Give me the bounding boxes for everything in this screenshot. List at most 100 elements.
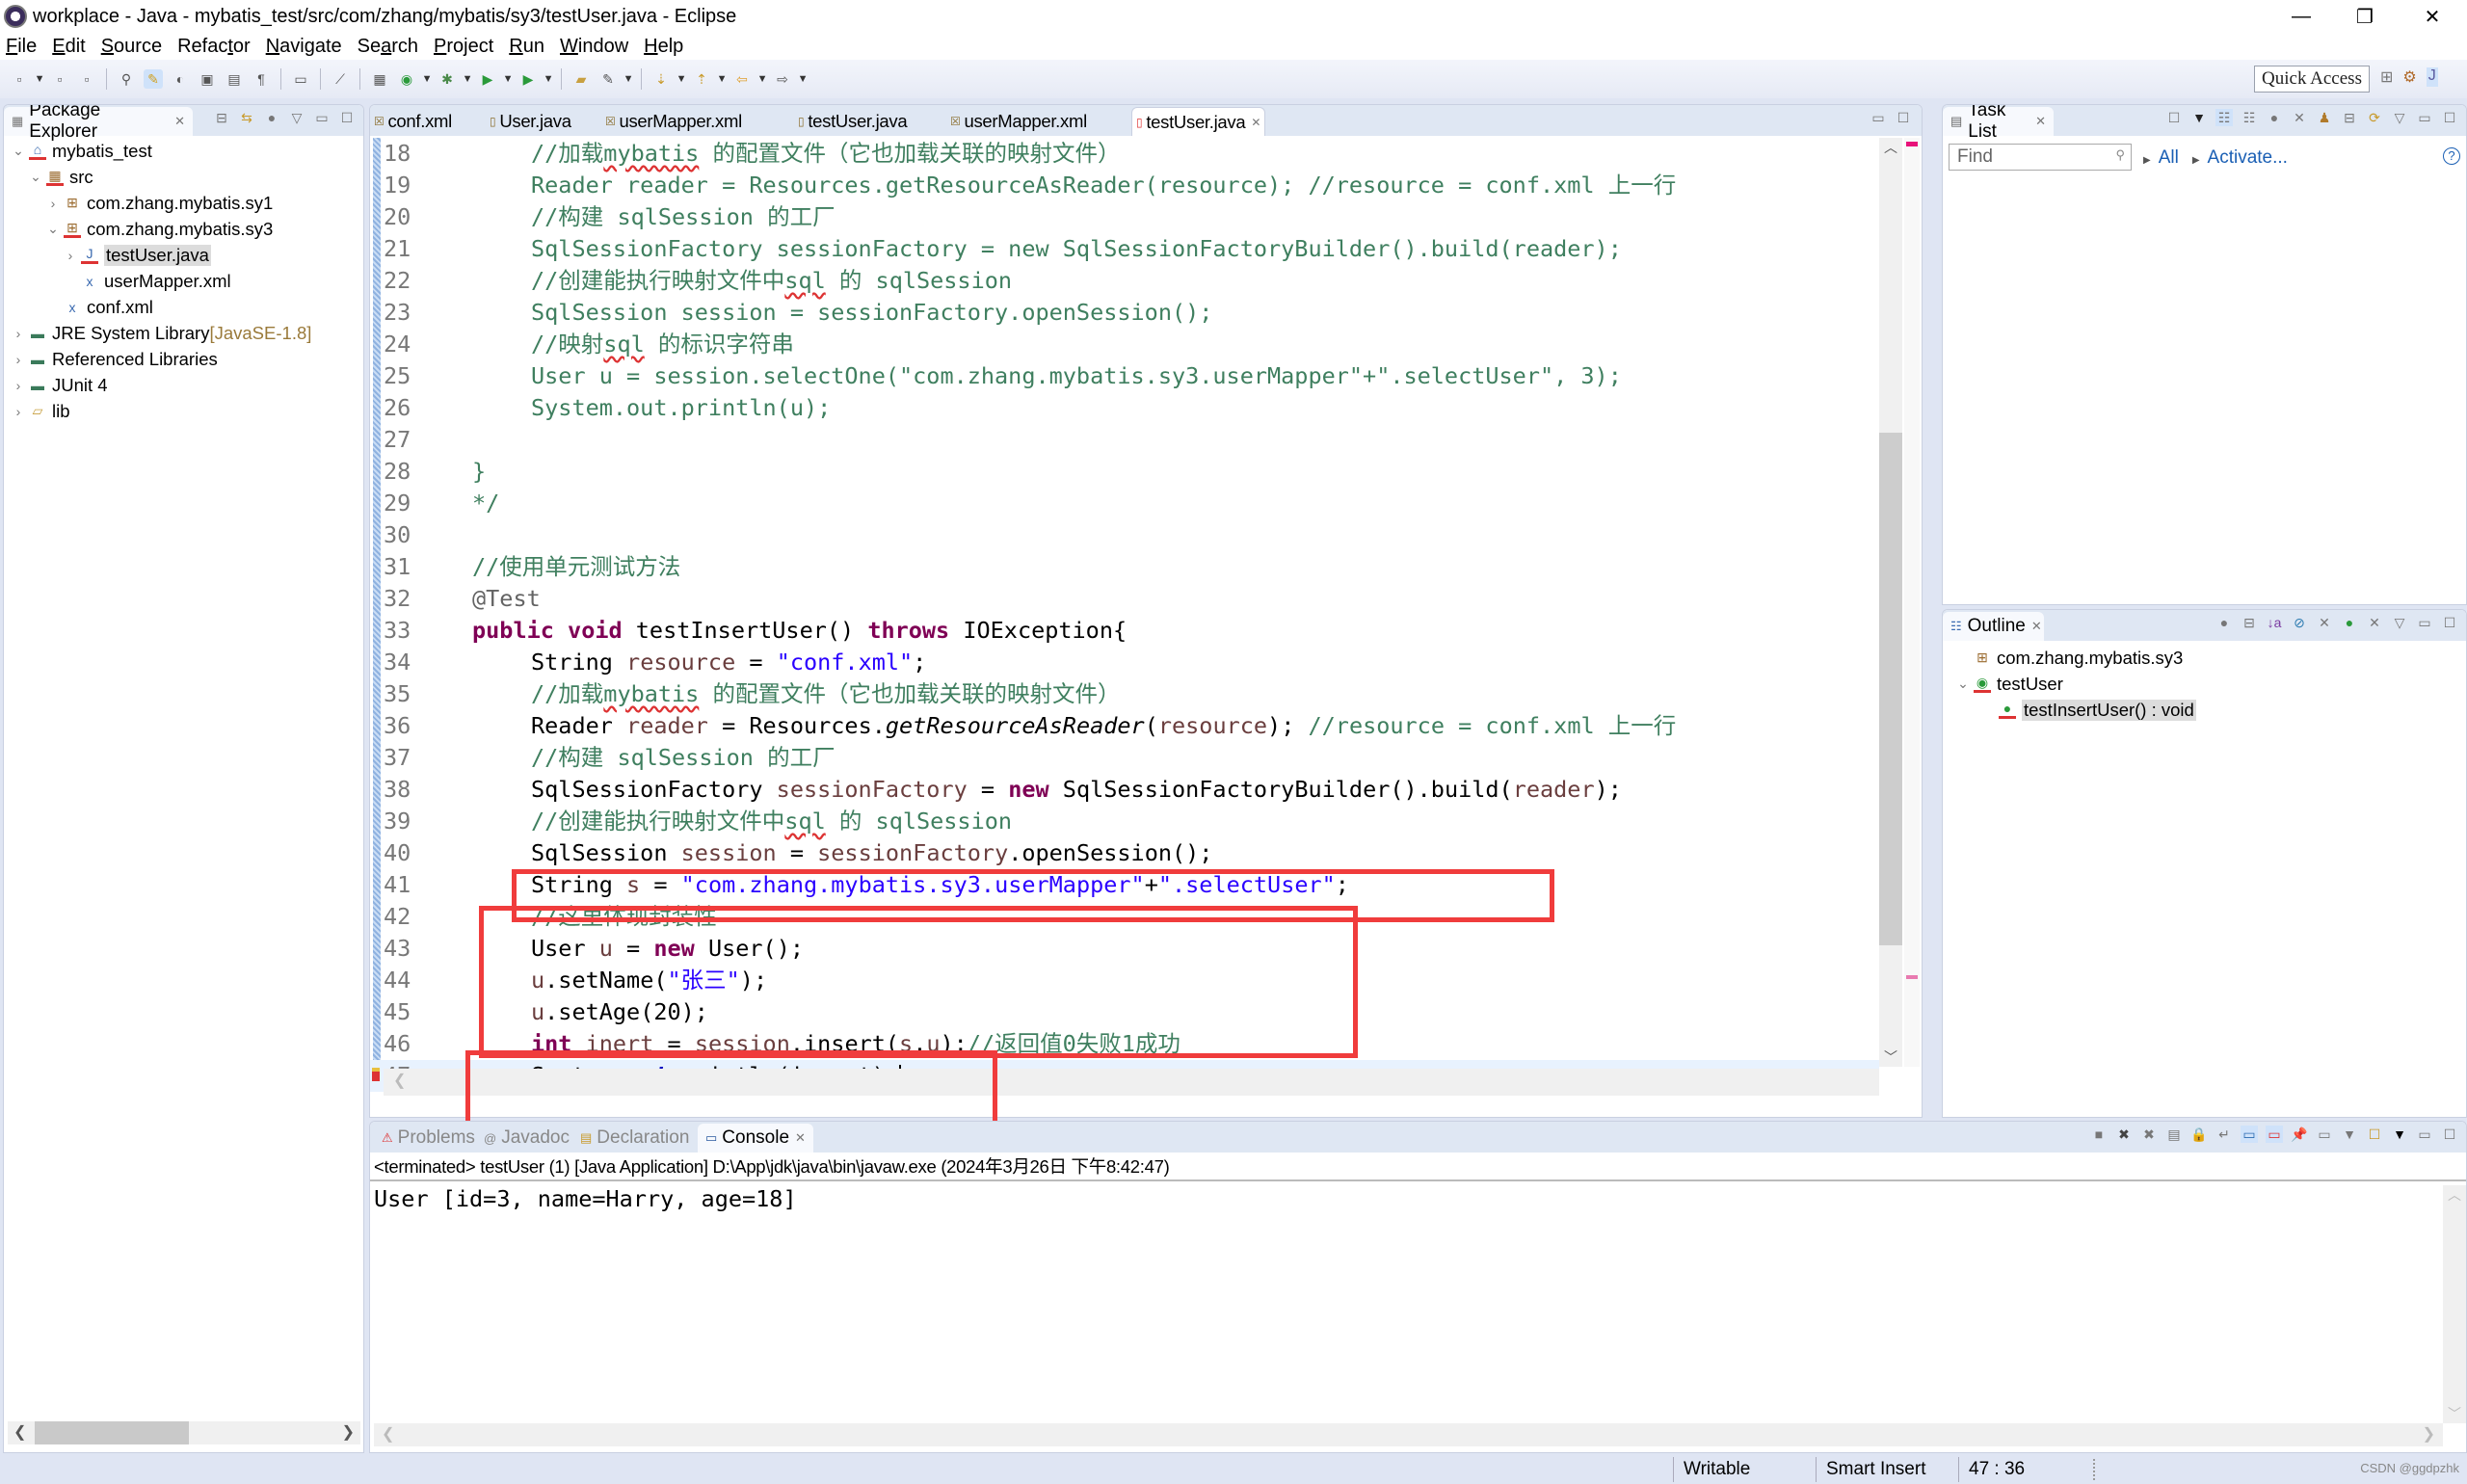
view-menu-icon[interactable]: ▽ bbox=[2391, 614, 2408, 631]
chevron-right-icon[interactable]: › bbox=[12, 378, 25, 393]
code-line[interactable]: 31 //使用单元测试方法 bbox=[370, 551, 1879, 583]
tree-item[interactable]: ⊞ com.zhang.mybatis.sy3 bbox=[1956, 645, 2183, 671]
error-marker[interactable] bbox=[1906, 975, 1918, 979]
editor-tab[interactable]: ▯ testUser.java ✕ bbox=[1131, 107, 1266, 136]
tab-task-list[interactable]: ▤ Task List ✕ bbox=[1943, 105, 2054, 142]
console-output[interactable]: User [id=3, name=Harry, age=18] bbox=[374, 1185, 797, 1212]
menu-file[interactable]: File bbox=[6, 36, 37, 58]
code-line[interactable]: 37 //构建 sqlSession 的工厂 bbox=[370, 742, 1879, 774]
open-console-icon[interactable]: ☐ bbox=[2366, 1126, 2383, 1143]
maximize-view-icon[interactable]: ☐ bbox=[1895, 109, 1912, 126]
show-on-stdout-icon[interactable]: ▭ bbox=[2241, 1126, 2258, 1143]
skip-breakpoints-icon[interactable]: ⟋ bbox=[331, 69, 350, 89]
filters-icon[interactable]: ● bbox=[263, 109, 280, 126]
code-line[interactable]: 35 //加载mybatis 的配置文件（它也加载关联的映射文件） bbox=[370, 678, 1879, 710]
open-perspective-icon[interactable]: ⊞ bbox=[2380, 67, 2393, 87]
tree-item[interactable]: › ▬ JRE System Library [JavaSE-1.8] bbox=[12, 320, 312, 346]
back-icon[interactable]: ⇦ bbox=[732, 69, 752, 89]
close-button[interactable]: ✕ bbox=[2398, 0, 2467, 33]
toggle-icon[interactable]: ◐ bbox=[171, 69, 190, 89]
minimize-view-icon[interactable]: ▭ bbox=[2416, 1126, 2433, 1143]
help-icon[interactable]: ? bbox=[2443, 147, 2460, 165]
code-line[interactable]: 38 SqlSessionFactory sessionFactory = new… bbox=[370, 774, 1879, 806]
task-find-input[interactable]: Find ⚲ bbox=[1949, 144, 2132, 171]
code-line[interactable]: 39 //创建能执行映射文件中sql 的 sqlSession bbox=[370, 806, 1879, 837]
annotation-next-icon[interactable]: ⇣ bbox=[651, 69, 671, 89]
annotation-prev-icon[interactable]: ⇡ bbox=[692, 69, 711, 89]
scrollbar-thumb[interactable] bbox=[1879, 433, 1902, 946]
word-wrap-icon[interactable]: ↵ bbox=[2215, 1126, 2233, 1143]
tree-item[interactable]: ⌄ ⊞ com.zhang.mybatis.sy3 bbox=[46, 216, 273, 242]
code-line[interactable]: 44 u.setName("张三"); bbox=[370, 965, 1879, 996]
code-line[interactable]: 22 //创建能执行映射文件中sql 的 sqlSession bbox=[370, 265, 1879, 297]
chevron-right-icon[interactable]: › bbox=[12, 404, 25, 419]
tree-item[interactable]: ⌄ ◉ testUser bbox=[1956, 671, 2063, 697]
menu-edit[interactable]: Edit bbox=[52, 36, 85, 58]
tab-javadoc[interactable]: @ Javadoc bbox=[476, 1124, 577, 1153]
tree-item[interactable]: › ▱ lib bbox=[12, 398, 70, 424]
collapse-all-icon[interactable]: ⊟ bbox=[2241, 614, 2258, 631]
dropdown-icon[interactable]: ▼ bbox=[717, 69, 728, 89]
dropdown-icon[interactable]: ▼ bbox=[757, 69, 768, 89]
dropdown-icon[interactable]: ▼ bbox=[463, 69, 473, 89]
scheduled-icon[interactable]: ☷ bbox=[2241, 109, 2258, 126]
code-line[interactable]: 21 SqlSessionFactory sessionFactory = new… bbox=[370, 233, 1879, 265]
pin-icon[interactable]: ⚲ bbox=[117, 69, 136, 89]
minimize-button[interactable]: — bbox=[2267, 0, 2336, 33]
code-line[interactable]: 28} bbox=[370, 456, 1879, 488]
code-line[interactable]: 42 //这里体现封装性 bbox=[370, 901, 1879, 933]
error-marker[interactable] bbox=[1906, 142, 1918, 146]
editor-tab[interactable]: ☒ conf.xml bbox=[370, 107, 456, 136]
chevron-down-icon[interactable]: ⌄ bbox=[29, 169, 42, 185]
show-on-stderr-icon[interactable]: ▭ bbox=[2266, 1126, 2283, 1143]
scroll-down-icon[interactable]: ﹀ bbox=[1884, 1047, 1897, 1067]
chevron-right-icon[interactable]: › bbox=[12, 352, 25, 367]
view-menu-icon[interactable]: ▽ bbox=[2391, 109, 2408, 126]
close-tab-icon[interactable]: ✕ bbox=[2031, 619, 2042, 634]
java-perspective-icon[interactable]: J bbox=[2426, 67, 2438, 87]
code-line[interactable]: 19 Reader reader = Resources.getResourceA… bbox=[370, 170, 1879, 201]
run-icon[interactable]: ▶ bbox=[478, 69, 497, 89]
tree-item[interactable]: › ▬ JUnit 4 bbox=[12, 372, 108, 398]
open-folder-icon[interactable]: ▰ bbox=[571, 69, 591, 89]
tree-item[interactable]: › JtestUser.java bbox=[64, 242, 211, 268]
tab-problems[interactable]: ⚠ Problems bbox=[374, 1124, 483, 1153]
minimize-view-icon[interactable]: ▭ bbox=[2416, 614, 2433, 631]
code-line[interactable]: 18 //加载mybatis 的配置文件（它也加载关联的映射文件） bbox=[370, 138, 1879, 170]
code-editor[interactable]: 18 //加载mybatis 的配置文件（它也加载关联的映射文件） 19 Reader… bbox=[370, 138, 1922, 1092]
tree-item[interactable]: x conf.xml bbox=[46, 294, 153, 320]
code-line[interactable]: 36 Reader reader = Resources.getResourceA… bbox=[370, 710, 1879, 742]
code-line[interactable]: 33 public void testInsertUser() throws IO… bbox=[370, 615, 1879, 647]
menu-search[interactable]: Search bbox=[358, 36, 418, 58]
vertical-scrollbar[interactable]: ︿ ﹀ bbox=[1879, 138, 1902, 1067]
close-tab-icon[interactable]: ✕ bbox=[2035, 114, 2046, 129]
dropdown-icon[interactable]: ▼ bbox=[35, 69, 45, 89]
code-line[interactable]: 24 //映射sql 的标识字符串 bbox=[370, 329, 1879, 360]
scroll-right-icon[interactable]: ❯ bbox=[342, 1422, 355, 1442]
scrollbar-thumb[interactable] bbox=[35, 1421, 189, 1444]
console-horizontal-scrollbar[interactable]: ❮ ❯ bbox=[374, 1423, 2443, 1446]
edit-icon[interactable]: ✎ bbox=[598, 69, 618, 89]
menu-help[interactable]: Help bbox=[644, 36, 683, 58]
dropdown-icon[interactable]: ▼ bbox=[422, 69, 433, 89]
tree-item[interactable]: ● testInsertUser() : void bbox=[1981, 697, 2196, 723]
code-line[interactable]: 23 SqlSession session = sessionFactory.op… bbox=[370, 297, 1879, 329]
all-link[interactable]: ▶ All bbox=[2143, 147, 2179, 169]
code-line[interactable]: 43 User u = new User(); bbox=[370, 933, 1879, 965]
chevron-down-icon[interactable]: ⌄ bbox=[12, 143, 25, 159]
collapse-all-icon[interactable]: ⊟ bbox=[2341, 109, 2358, 126]
code-line[interactable]: 34 String resource = "conf.xml"; bbox=[370, 647, 1879, 678]
view-menu-icon[interactable]: ▽ bbox=[288, 109, 305, 126]
tab-package-explorer[interactable]: ▦ Package Explorer ✕ bbox=[4, 105, 193, 142]
scroll-left-icon[interactable]: ❮ bbox=[13, 1422, 26, 1442]
dropdown-icon[interactable]: ▼ bbox=[623, 69, 634, 89]
code-line[interactable]: 45 u.setAge(20); bbox=[370, 996, 1879, 1028]
menu-source[interactable]: Source bbox=[101, 36, 162, 58]
code-line[interactable]: 26 System.out.println(u); bbox=[370, 392, 1879, 424]
editor-tab[interactable]: ▯ User.java bbox=[486, 107, 575, 136]
focus-icon[interactable]: ● bbox=[2215, 614, 2233, 631]
forward-icon[interactable]: ⇨ bbox=[773, 69, 792, 89]
dropdown-icon[interactable]: ▼ bbox=[798, 69, 809, 89]
chevron-down-icon[interactable]: ⌄ bbox=[46, 221, 60, 237]
console-icon[interactable]: ▭ bbox=[291, 69, 310, 89]
